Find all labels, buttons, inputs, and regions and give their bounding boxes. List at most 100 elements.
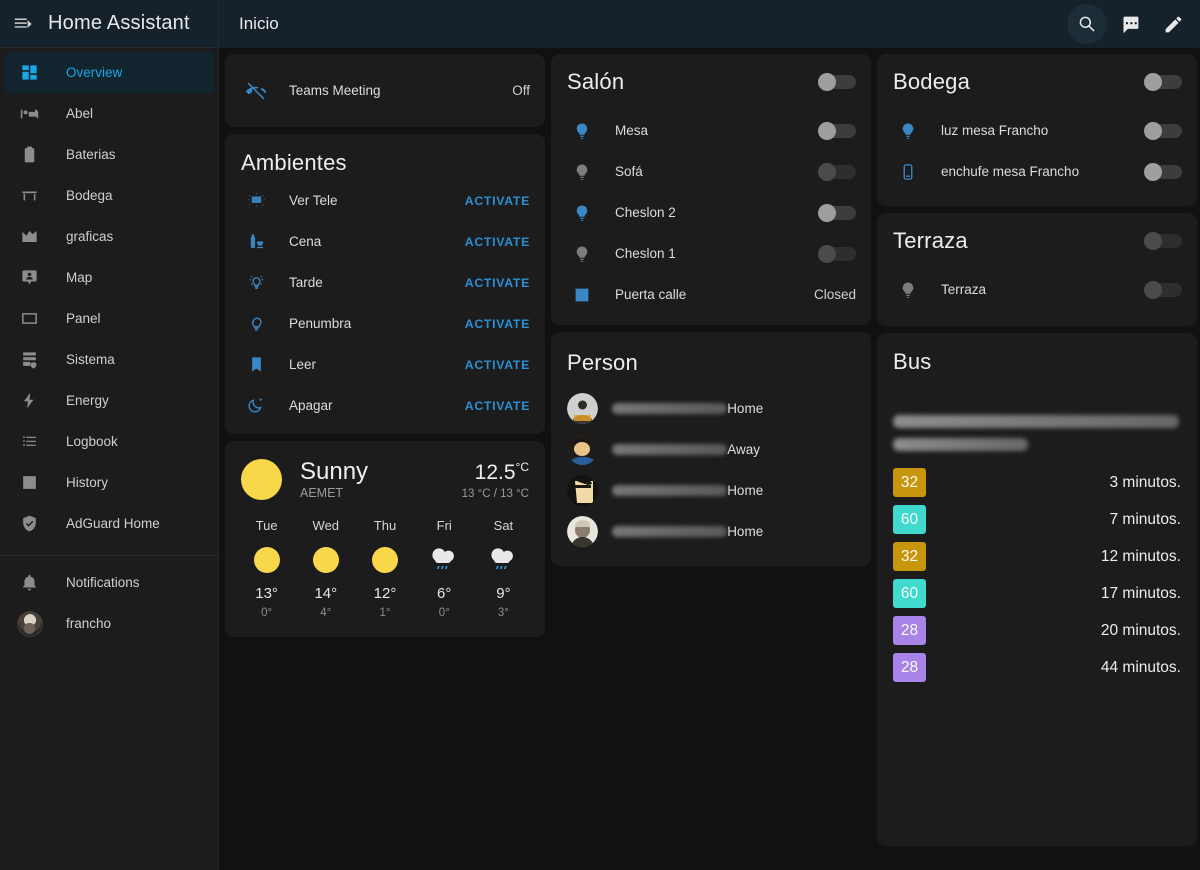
scene-row-apagar[interactable]: Apagar ACTIVATE (225, 385, 545, 426)
forecast-day-name: Fri (436, 518, 452, 534)
sidebar-item-map[interactable]: Map (4, 257, 214, 298)
forecast-day-name: Tue (255, 518, 278, 534)
sidebar-item-notifications[interactable]: Notifications (4, 562, 214, 603)
lightbulb-icon (569, 204, 595, 222)
sidebar-item-history[interactable]: History (4, 462, 214, 503)
book-icon (243, 355, 269, 374)
activate-button[interactable]: ACTIVATE (465, 235, 530, 249)
forecast-low: 3° (497, 607, 509, 620)
person-name-redacted (612, 444, 728, 455)
sidebar-item-label: History (66, 475, 109, 490)
weather-rainy-icon (474, 545, 533, 575)
person-row[interactable]: Home (551, 511, 871, 552)
person-card: Person Home Away Home Home (551, 332, 871, 566)
bus-line-badge: 60 (893, 505, 926, 534)
entity-name: Cheslon 1 (615, 246, 676, 261)
card-header: Bodega (877, 54, 1197, 110)
bus-departure-row: 60 17 minutos. (877, 575, 1197, 612)
sidebar-item-bodega[interactable]: Bodega (4, 175, 214, 216)
bus-eta: 44 minutos. (1100, 658, 1181, 676)
forecast-day-name: Thu (373, 518, 397, 534)
sidebar-item-label: Energy (66, 393, 109, 408)
sidebar-item-logbook[interactable]: Logbook (4, 421, 214, 462)
scene-row-leer[interactable]: Leer ACTIVATE (225, 344, 545, 385)
sidebar-item-overview[interactable]: Overview (4, 52, 214, 93)
lightbulb-on-icon (243, 273, 269, 292)
entity-row-enchufe-mesa-francho[interactable]: enchufe mesa Francho (877, 151, 1197, 192)
sidebar-item-user[interactable]: francho (4, 603, 214, 644)
forecast-low: 4° (320, 607, 332, 620)
scene-row-tarde[interactable]: Tarde ACTIVATE (225, 262, 545, 303)
weather-sunny-icon (237, 545, 296, 575)
sidebar-item-label: Map (66, 270, 93, 285)
sidebar-item-baterias[interactable]: Baterias (4, 134, 214, 175)
scene-name: Leer (289, 357, 317, 372)
sidebar-item-adguard-home[interactable]: AdGuard Home (4, 503, 214, 544)
weather-card[interactable]: Sunny AEMET 12.5°C 13 °C / 13 °C Tue 13°… (225, 441, 545, 638)
view-dashboard-icon (15, 63, 43, 82)
scene-row-ver-tele[interactable]: Ver Tele ACTIVATE (225, 180, 545, 221)
sidebar-item-graficas[interactable]: graficas (4, 216, 214, 257)
lightbulb-icon (569, 163, 595, 181)
weather-forecast: Tue 13° 0° Wed 14° 4° Thu 12° 1° Fri 6° … (225, 504, 545, 637)
entity-row-mesa[interactable]: Mesa (551, 110, 871, 151)
forecast-day: Thu 12° 1° (355, 518, 414, 619)
sidebar-item-label: Logbook (66, 434, 118, 449)
sidebar-item-abel[interactable]: Abel (4, 93, 214, 134)
entity-toggle[interactable] (818, 121, 856, 140)
person-row[interactable]: Home (551, 388, 871, 429)
entity-row-luz-mesa-francho[interactable]: luz mesa Francho (877, 110, 1197, 151)
power-socket-icon (895, 163, 921, 181)
salon-master-toggle[interactable] (818, 73, 856, 91)
entity-row-cheslon-2[interactable]: Cheslon 2 (551, 192, 871, 233)
entity-row-sofa[interactable]: Sofá (551, 151, 871, 192)
bus-eta: 17 minutos. (1100, 584, 1181, 602)
table-row[interactable]: Teams Meeting Off (225, 54, 545, 127)
person-row[interactable]: Away (551, 429, 871, 470)
entity-row-puerta-calle[interactable]: Puerta calle Closed (551, 274, 871, 315)
person-name-redacted (612, 526, 728, 537)
card-header: Terraza (877, 213, 1197, 269)
bottle-food-icon (243, 232, 269, 251)
scene-name: Penumbra (289, 316, 352, 331)
lightbulb-icon (569, 122, 595, 140)
weather-sunny-icon (241, 459, 282, 501)
person-row[interactable]: Home (551, 470, 871, 511)
entity-toggle[interactable] (1144, 121, 1182, 140)
entity-toggle[interactable] (1144, 162, 1182, 181)
terraza-master-toggle[interactable] (1144, 232, 1182, 250)
activate-button[interactable]: ACTIVATE (465, 399, 530, 413)
entity-toggle[interactable] (818, 162, 856, 181)
edit-pencil-icon[interactable] (1153, 4, 1193, 44)
assist-chat-icon[interactable] (1110, 4, 1150, 44)
sidebar-item-panel[interactable]: Panel (4, 298, 214, 339)
sidebar-header: Home Assistant (0, 0, 218, 48)
bus-eta: 3 minutos. (1109, 473, 1181, 491)
menu-collapse-icon[interactable] (8, 9, 38, 39)
activate-button[interactable]: ACTIVATE (465, 194, 530, 208)
activate-button[interactable]: ACTIVATE (465, 276, 530, 290)
avatar (567, 516, 598, 547)
entity-row-cheslon-1[interactable]: Cheslon 1 (551, 233, 871, 274)
weather-condition: Sunny (300, 458, 369, 485)
entity-name: luz mesa Francho (941, 123, 1049, 138)
entity-toggle[interactable] (1144, 280, 1182, 299)
activate-button[interactable]: ACTIVATE (465, 358, 530, 372)
bodega-master-toggle[interactable] (1144, 73, 1182, 91)
entity-row-terraza[interactable]: Terraza (877, 269, 1197, 310)
scene-row-penumbra[interactable]: Penumbra ACTIVATE (225, 303, 545, 344)
map-marker-account-icon (15, 268, 43, 287)
person-name-redacted (612, 485, 728, 496)
forecast-low: 0° (261, 607, 273, 620)
entity-toggle[interactable] (818, 203, 856, 222)
scene-row-cena[interactable]: Cena ACTIVATE (225, 221, 545, 262)
card-title: Person (567, 350, 638, 375)
activate-button[interactable]: ACTIVATE (465, 317, 530, 331)
bus-line-badge: 60 (893, 579, 926, 608)
sidebar-item-energy[interactable]: Energy (4, 380, 214, 421)
top-app-bar: Inicio (219, 0, 1200, 48)
search-icon[interactable] (1067, 4, 1107, 44)
lightbulb-icon (895, 281, 921, 299)
sidebar-item-sistema[interactable]: Sistema (4, 339, 214, 380)
entity-toggle[interactable] (818, 244, 856, 263)
